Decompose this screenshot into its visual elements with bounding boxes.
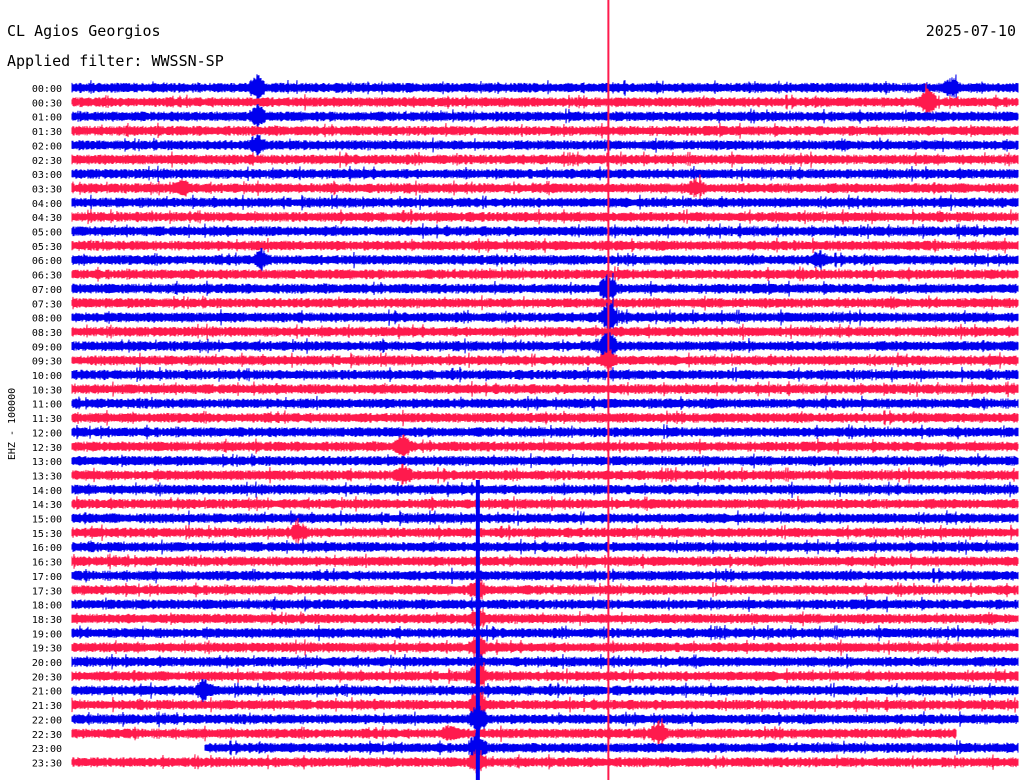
trace-row bbox=[71, 366, 1019, 383]
row-time-label: 14:30 bbox=[32, 500, 62, 511]
trace-row bbox=[71, 553, 1019, 570]
row-time-label: 00:30 bbox=[32, 98, 62, 109]
row-time-label: 17:00 bbox=[32, 572, 62, 583]
helicorder-chart: CL Agios Georgios 2025-07-10 Applied fil… bbox=[7, 0, 1019, 780]
row-time-label: 23:30 bbox=[32, 758, 62, 769]
row-time-label: 07:30 bbox=[32, 299, 62, 310]
row-time-label: 06:00 bbox=[32, 256, 62, 267]
trace-row bbox=[71, 624, 1019, 642]
trace-row bbox=[71, 510, 1019, 527]
row-time-label: 15:30 bbox=[32, 529, 62, 540]
row-time-label: 20:30 bbox=[32, 672, 62, 683]
row-time-label: 20:00 bbox=[32, 658, 62, 669]
trace-row bbox=[71, 395, 1019, 412]
row-time-label: 02:30 bbox=[32, 156, 62, 167]
trace-row bbox=[71, 538, 1019, 555]
trace-row bbox=[71, 295, 1019, 311]
row-time-label: 01:30 bbox=[32, 127, 62, 138]
trace-row bbox=[71, 381, 1019, 398]
trace-row bbox=[71, 453, 1019, 469]
row-time-label: 11:00 bbox=[32, 400, 62, 411]
trace-group bbox=[71, 74, 1019, 776]
trace-row bbox=[71, 134, 1019, 156]
trace-row bbox=[71, 576, 1019, 604]
trace-row bbox=[71, 606, 1019, 629]
date-label: 2025-07-10 bbox=[926, 22, 1016, 40]
row-time-label: 09:00 bbox=[32, 342, 62, 353]
row-time-label: 10:00 bbox=[32, 371, 62, 382]
trace-row bbox=[71, 409, 1019, 427]
filter-label: Applied filter: WWSSN-SP bbox=[7, 52, 224, 70]
row-time-label: 21:30 bbox=[32, 701, 62, 712]
trace-row bbox=[71, 74, 1019, 101]
row-label-group: 00:00 00:30 01:00 01:30 02:00 02:30 03:00 03:30… bbox=[32, 84, 62, 769]
row-time-label: 14:00 bbox=[32, 486, 62, 497]
trace-row bbox=[71, 223, 1019, 240]
trace-row bbox=[71, 165, 1019, 183]
trace-row bbox=[71, 348, 1019, 372]
trace-row bbox=[71, 653, 1019, 670]
row-time-label: 16:30 bbox=[32, 558, 62, 569]
row-time-label: 15:00 bbox=[32, 515, 62, 526]
trace-row bbox=[71, 596, 1019, 613]
row-time-label: 08:30 bbox=[32, 328, 62, 339]
trace-row bbox=[71, 434, 1019, 457]
row-time-label: 07:00 bbox=[32, 285, 62, 296]
trace-row bbox=[71, 481, 1019, 498]
trace-row bbox=[71, 323, 1019, 341]
row-time-label: 00:00 bbox=[32, 84, 62, 95]
trace-row bbox=[71, 208, 1019, 225]
row-time-label: 12:00 bbox=[32, 428, 62, 439]
trace-row bbox=[71, 237, 1019, 254]
row-time-label: 06:30 bbox=[32, 271, 62, 282]
row-time-label: 01:00 bbox=[32, 113, 62, 124]
row-time-label: 23:00 bbox=[32, 744, 62, 755]
row-time-label: 11:30 bbox=[32, 414, 62, 425]
row-time-label: 13:00 bbox=[32, 457, 62, 468]
row-time-label: 22:00 bbox=[32, 715, 62, 726]
trace-row bbox=[71, 495, 1019, 512]
row-time-label: 09:30 bbox=[32, 357, 62, 368]
trace-row bbox=[71, 691, 1019, 719]
trace-row bbox=[71, 194, 1019, 211]
row-time-label: 18:00 bbox=[32, 601, 62, 612]
row-time-label: 03:00 bbox=[32, 170, 62, 181]
trace-row bbox=[71, 266, 1019, 282]
row-time-label: 19:30 bbox=[32, 644, 62, 655]
trace-row bbox=[71, 679, 1019, 703]
trace-row bbox=[71, 122, 1019, 139]
row-time-label: 02:00 bbox=[32, 141, 62, 152]
trace-row bbox=[71, 635, 1019, 659]
row-time-label: 16:00 bbox=[32, 543, 62, 554]
row-time-label: 19:00 bbox=[32, 629, 62, 640]
row-time-label: 17:30 bbox=[32, 586, 62, 597]
trace-row bbox=[71, 174, 1019, 200]
row-time-label: 08:00 bbox=[32, 314, 62, 325]
trace-row bbox=[71, 424, 1019, 440]
row-time-label: 13:30 bbox=[32, 471, 62, 482]
row-time-label: 22:30 bbox=[32, 730, 62, 741]
row-time-label: 05:00 bbox=[32, 228, 62, 239]
row-time-label: 05:30 bbox=[32, 242, 62, 253]
row-time-label: 03:30 bbox=[32, 184, 62, 195]
row-time-label: 18:30 bbox=[32, 615, 62, 626]
station-title: CL Agios Georgios bbox=[7, 22, 161, 40]
trace-row bbox=[71, 463, 1019, 486]
y-axis-label: EHZ - 100000 bbox=[7, 388, 18, 460]
row-time-label: 04:30 bbox=[32, 213, 62, 224]
trace-row bbox=[71, 151, 1019, 168]
trace-row bbox=[71, 567, 1019, 585]
trace-row bbox=[71, 103, 1019, 129]
row-time-label: 10:30 bbox=[32, 385, 62, 396]
row-time-label: 12:30 bbox=[32, 443, 62, 454]
row-time-label: 04:00 bbox=[32, 199, 62, 210]
row-time-label: 21:00 bbox=[32, 687, 62, 698]
